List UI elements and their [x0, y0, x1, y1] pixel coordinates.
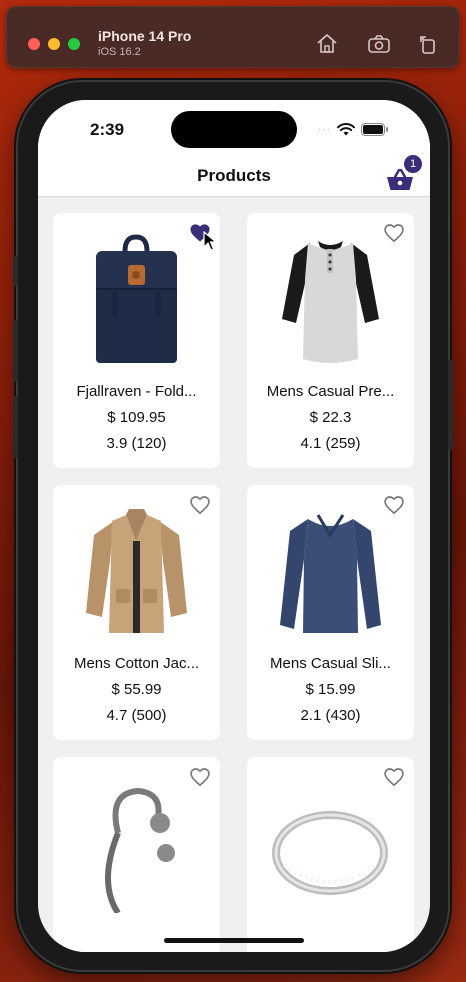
- product-image-raglan-shirt: [272, 229, 389, 369]
- action-button: [13, 256, 18, 286]
- zoom-window-button[interactable]: [68, 38, 80, 50]
- product-rating: 3.9 (120): [106, 435, 167, 452]
- heart-outline-icon: [384, 496, 404, 515]
- product-price: $ 15.99: [305, 681, 356, 698]
- volume-up-button: [13, 320, 18, 382]
- wifi-icon: [337, 122, 355, 135]
- signal-dots: ···: [318, 123, 331, 135]
- favorite-button[interactable]: [383, 223, 405, 243]
- heart-outline-icon: [384, 224, 404, 243]
- phone-screen: 2:39 ··· Products 1 Fjallraven - Fold...…: [38, 100, 430, 952]
- page-title: Products: [197, 166, 271, 185]
- heart-outline-icon: [190, 496, 210, 515]
- product-price: $ 109.95: [107, 409, 166, 426]
- battery-icon: [361, 122, 388, 136]
- os-version: iOS 16.2: [98, 46, 141, 58]
- close-window-button[interactable]: [28, 38, 40, 50]
- favorite-button[interactable]: [189, 495, 211, 515]
- status-icons: ···: [318, 122, 389, 136]
- product-title: Mens Casual Sli...: [270, 655, 391, 672]
- home-icon[interactable]: [315, 32, 339, 56]
- cursor-icon: [203, 231, 217, 251]
- product-card[interactable]: Mens Cotton Jac... $ 55.99 4.7 (500): [53, 485, 220, 740]
- simulator-title-bar: iPhone 14 Pro iOS 16.2: [6, 6, 460, 68]
- product-price: $ 22.3: [309, 409, 352, 426]
- favorite-button[interactable]: [189, 767, 211, 787]
- nav-bar: Products 1: [38, 155, 430, 197]
- product-rating: 4.7 (500): [106, 707, 167, 724]
- product-card[interactable]: Mens Casual Sli... $ 15.99 2.1 (430): [247, 485, 414, 740]
- product-card[interactable]: [53, 757, 220, 952]
- product-grid[interactable]: Fjallraven - Fold... $ 109.95 3.9 (120): [38, 197, 430, 952]
- heart-outline-icon: [384, 768, 404, 787]
- product-card[interactable]: Mens Casual Pre... $ 22.3 4.1 (259): [247, 213, 414, 468]
- device-name: iPhone 14 Pro: [98, 28, 192, 44]
- rotate-icon[interactable]: [416, 32, 440, 56]
- volume-down-button: [13, 396, 18, 458]
- minimize-window-button[interactable]: [48, 38, 60, 50]
- cart-badge: 1: [404, 155, 422, 173]
- status-time: 2:39: [90, 120, 125, 139]
- product-card[interactable]: Fjallraven - Fold... $ 109.95 3.9 (120): [53, 213, 220, 468]
- status-bar: 2:39 ···: [38, 100, 430, 160]
- product-image-ring: [272, 773, 389, 913]
- product-title: Mens Casual Pre...: [266, 383, 395, 400]
- product-image-long-sleeve-shirt: [272, 501, 389, 641]
- heart-outline-icon: [190, 768, 210, 787]
- product-title: Mens Cotton Jac...: [73, 655, 200, 672]
- product-image-jacket: [78, 501, 195, 641]
- product-card[interactable]: [247, 757, 414, 952]
- screenshot-icon[interactable]: [367, 32, 391, 56]
- product-title: Fjallraven - Fold...: [76, 383, 197, 400]
- product-price: $ 55.99: [111, 681, 162, 698]
- home-indicator[interactable]: [164, 938, 304, 943]
- product-image-backpack: [78, 229, 195, 369]
- favorite-button[interactable]: [383, 767, 405, 787]
- product-rating: 2.1 (430): [300, 707, 361, 724]
- power-button: [448, 360, 453, 450]
- dynamic-island: [171, 111, 297, 148]
- product-rating: 4.1 (259): [300, 435, 361, 452]
- favorite-button[interactable]: [383, 495, 405, 515]
- product-image-bracelet: [78, 773, 195, 915]
